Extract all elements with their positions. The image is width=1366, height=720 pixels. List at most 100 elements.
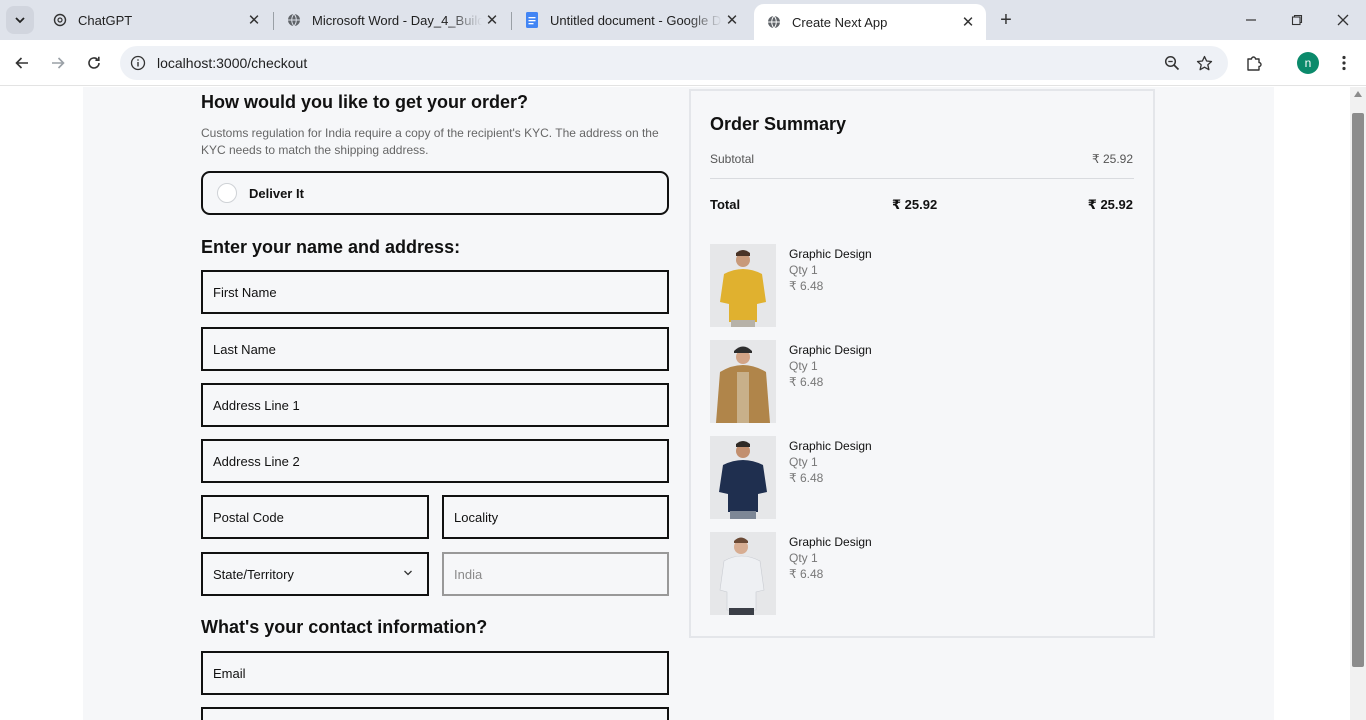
google-docs-icon (524, 12, 540, 28)
locality-field[interactable]: Locality (442, 495, 669, 539)
first-name-field[interactable]: First Name (201, 270, 669, 314)
item-qty: Qty 1 (789, 551, 818, 565)
radio-button[interactable] (217, 183, 237, 203)
item-name: Graphic Design (789, 439, 872, 453)
address-line-2-placeholder: Address Line 2 (213, 454, 300, 469)
tab-title: ChatGPT (78, 12, 133, 28)
country-field: India (442, 552, 669, 596)
browser-menu-button[interactable] (1330, 49, 1358, 77)
total-value-middle: ₹ 25.92 (892, 197, 938, 212)
order-summary-panel: Order Summary Subtotal ₹ 25.92 Total ₹ 2… (689, 89, 1155, 638)
postal-code-placeholder: Postal Code (213, 510, 284, 525)
delivery-heading: How would you like to get your order? (201, 92, 529, 112)
tab-search-button[interactable] (6, 6, 34, 34)
subtotal-value: ₹ 25.92 (1092, 152, 1133, 166)
locality-placeholder: Locality (454, 510, 499, 525)
scrollbar-thumb[interactable] (1352, 113, 1364, 667)
scroll-up-arrow-icon[interactable] (1354, 91, 1362, 97)
order-item: Graphic Design Qty 1 ₹ 6.48 (710, 244, 1110, 328)
divider (710, 178, 1134, 179)
first-name-placeholder: First Name (213, 285, 277, 300)
zoom-icon[interactable] (1162, 53, 1182, 73)
extensions-button[interactable] (1240, 49, 1268, 77)
contact-heading: What's your contact information? (201, 617, 488, 637)
page-scrollbar[interactable] (1350, 87, 1366, 720)
forward-button[interactable] (44, 49, 72, 77)
arrow-right-icon (52, 57, 65, 69)
globe-icon (286, 12, 302, 28)
order-item: Graphic Design Qty 1 ₹ 6.48 (710, 532, 1110, 616)
site-info-icon[interactable] (128, 53, 148, 73)
item-price: ₹ 6.48 (789, 375, 824, 389)
close-window-button[interactable] (1320, 0, 1366, 40)
country-value: India (454, 567, 483, 582)
address-line-2-field[interactable]: Address Line 2 (201, 439, 669, 483)
close-icon[interactable]: ✕ (722, 10, 742, 30)
tab-title: Create Next App (792, 14, 888, 30)
order-item: Graphic Design Qty 1 ₹ 6.48 (710, 340, 1110, 424)
close-icon[interactable]: ✕ (958, 12, 978, 32)
address-bar[interactable]: localhost:3000/checkout (120, 46, 1228, 80)
puzzle-icon (1247, 56, 1262, 71)
address-line-1-field[interactable]: Address Line 1 (201, 383, 669, 427)
page-viewport: How would you like to get your order? Cu… (0, 87, 1350, 720)
deliver-it-option[interactable]: Deliver It (201, 171, 669, 215)
item-price: ₹ 6.48 (789, 279, 824, 293)
deliver-it-label: Deliver It (249, 186, 304, 201)
arrow-left-icon (15, 57, 28, 69)
last-name-field[interactable]: Last Name (201, 327, 669, 371)
total-label: Total (710, 197, 741, 212)
bookmark-star-icon[interactable] (1194, 53, 1214, 73)
email-field[interactable]: Email (201, 651, 669, 695)
item-price: ₹ 6.48 (789, 471, 824, 485)
close-icon (1337, 14, 1349, 26)
item-name: Graphic Design (789, 343, 872, 357)
more-vertical-icon (1342, 55, 1346, 71)
restore-button[interactable] (1274, 0, 1320, 40)
minimize-button[interactable] (1228, 0, 1274, 40)
close-icon[interactable]: ✕ (482, 10, 502, 30)
item-qty: Qty 1 (789, 359, 818, 373)
tab-title: Microsoft Word - Day_4_Building (312, 12, 482, 28)
order-summary-title: Order Summary (710, 114, 847, 134)
email-placeholder: Email (213, 666, 246, 681)
address-line-1-placeholder: Address Line 1 (213, 398, 300, 413)
product-image (710, 532, 776, 615)
item-price: ₹ 6.48 (789, 567, 824, 581)
chevron-down-icon (401, 566, 415, 580)
close-icon[interactable]: ✕ (244, 10, 264, 30)
subtotal-label: Subtotal (710, 152, 755, 166)
state-territory-value: State/Territory (213, 567, 294, 582)
new-tab-button[interactable]: + (994, 8, 1018, 32)
product-image (710, 340, 776, 423)
phone-field[interactable] (201, 707, 669, 720)
url-text: localhost:3000/checkout (157, 55, 308, 71)
order-item: Graphic Design Qty 1 ₹ 6.48 (710, 436, 1110, 520)
total-value: ₹ 25.92 (1087, 197, 1133, 212)
tab-google-docs[interactable]: Untitled document - Google Docs ✕ (512, 0, 750, 40)
reload-button[interactable] (80, 49, 108, 77)
tab-strip: ChatGPT ✕ Microsoft Word - Day_4_Buildin… (0, 0, 1366, 40)
item-name: Graphic Design (789, 247, 872, 261)
globe-icon (766, 14, 782, 30)
delivery-help-text: Customs regulation for India require a c… (201, 126, 659, 157)
address-heading: Enter your name and address: (201, 237, 461, 257)
chevron-down-icon (15, 17, 25, 24)
restore-icon (1291, 14, 1303, 26)
postal-code-field[interactable]: Postal Code (201, 495, 429, 539)
tab-title: Untitled document - Google Docs (550, 12, 722, 28)
chatgpt-icon (52, 12, 68, 28)
tab-microsoft-word[interactable]: Microsoft Word - Day_4_Building ✕ (274, 0, 510, 40)
state-territory-select[interactable]: State/Territory (201, 552, 429, 596)
tab-create-next-app[interactable]: Create Next App ✕ (754, 4, 986, 40)
product-image (710, 436, 776, 519)
minimize-icon (1246, 19, 1256, 21)
item-name: Graphic Design (789, 535, 872, 549)
last-name-placeholder: Last Name (213, 342, 276, 357)
product-image (710, 244, 776, 327)
reload-icon (88, 56, 100, 69)
browser-toolbar: localhost:3000/checkout (0, 40, 1366, 86)
back-button[interactable] (8, 49, 36, 77)
profile-avatar[interactable]: n (1297, 52, 1319, 74)
tab-chatgpt[interactable]: ChatGPT ✕ (40, 0, 272, 40)
